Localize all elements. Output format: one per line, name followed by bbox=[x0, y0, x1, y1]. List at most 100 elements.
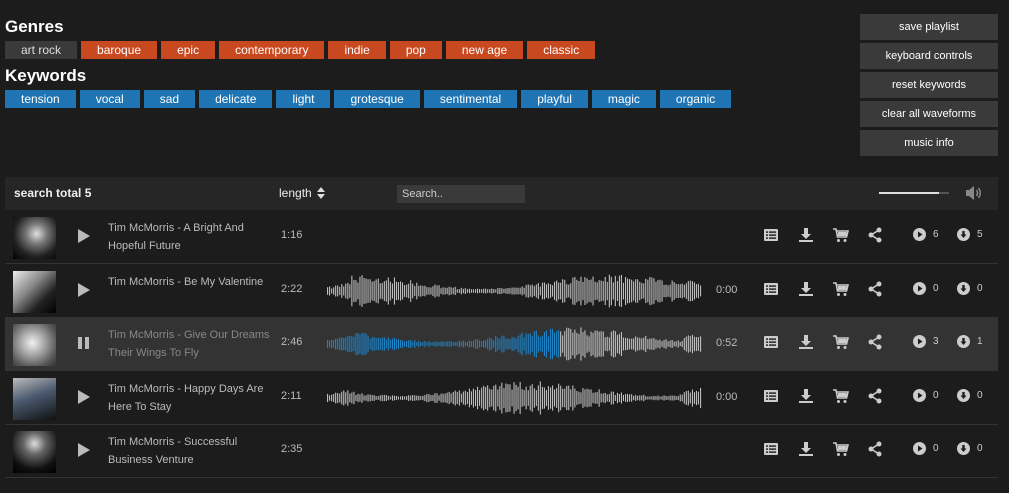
cart-icon[interactable] bbox=[833, 388, 849, 404]
waveform-bar bbox=[475, 288, 477, 293]
waveform-bar bbox=[491, 338, 493, 350]
waveform-bar bbox=[523, 287, 525, 294]
waveform-bar bbox=[450, 341, 452, 347]
waveform-bar bbox=[521, 332, 523, 356]
waveform-bar bbox=[541, 282, 543, 299]
track-duration: 2:35 bbox=[281, 443, 303, 455]
keyword-tag-tension[interactable]: tension bbox=[5, 90, 76, 108]
download-icon[interactable] bbox=[798, 281, 814, 297]
waveform-bar bbox=[371, 394, 373, 401]
waveform-bar bbox=[533, 285, 535, 296]
list-icon[interactable] bbox=[763, 388, 779, 404]
list-icon[interactable] bbox=[763, 334, 779, 350]
track-row[interactable]: Tim McMorris - Successful Business Ventu… bbox=[5, 425, 998, 478]
track-row[interactable]: Tim McMorris - Happy Days Are Here To St… bbox=[5, 372, 998, 425]
waveform-bar bbox=[355, 279, 357, 302]
download-icon[interactable] bbox=[798, 334, 814, 350]
save-playlist-button[interactable]: save playlist bbox=[860, 14, 998, 40]
waveform-bar bbox=[614, 394, 616, 401]
genre-tag-indie[interactable]: indie bbox=[328, 41, 386, 59]
keyword-tag-organic[interactable]: organic bbox=[659, 90, 732, 108]
track-title[interactable]: Tim McMorris - Be My Valentine bbox=[108, 273, 273, 291]
waveform-bar bbox=[576, 390, 578, 405]
keyboard-controls-button[interactable]: keyboard controls bbox=[860, 43, 998, 69]
waveform-bar bbox=[622, 282, 624, 299]
volume-slider[interactable] bbox=[879, 192, 949, 194]
track-title[interactable]: Tim McMorris - Happy Days Are Here To St… bbox=[108, 380, 273, 416]
clear-waveforms-button[interactable]: clear all waveforms bbox=[860, 101, 998, 127]
keyword-tag-grotesque[interactable]: grotesque bbox=[334, 90, 420, 108]
genre-tag-art-rock[interactable]: art rock bbox=[5, 41, 78, 59]
cart-icon[interactable] bbox=[833, 441, 849, 457]
music-info-button[interactable]: music info bbox=[860, 130, 998, 156]
download-icon[interactable] bbox=[798, 441, 814, 457]
waveform-bar bbox=[483, 340, 485, 348]
track-title[interactable]: Tim McMorris - Give Our Dreams Their Win… bbox=[108, 326, 273, 362]
share-icon[interactable] bbox=[867, 227, 883, 243]
waveform-bar bbox=[598, 279, 600, 302]
waveform-bar bbox=[416, 395, 418, 400]
play-icon[interactable] bbox=[77, 228, 91, 244]
waveform-bar bbox=[335, 338, 337, 350]
waveform-bar bbox=[647, 279, 649, 302]
waveform[interactable] bbox=[327, 273, 702, 309]
track-title[interactable]: Tim McMorris - A Bright And Hopeful Futu… bbox=[108, 219, 273, 255]
track-row[interactable]: Tim McMorris - Be My Valentine 2:22 0:00 0 0 bbox=[5, 265, 998, 318]
genre-tag-epic[interactable]: epic bbox=[161, 41, 216, 59]
genre-tag-pop[interactable]: pop bbox=[389, 41, 442, 59]
track-title[interactable]: Tim McMorris - Successful Business Ventu… bbox=[108, 433, 273, 469]
genre-tag-new-age[interactable]: new age bbox=[445, 41, 524, 59]
list-icon[interactable] bbox=[763, 281, 779, 297]
length-sort[interactable]: length bbox=[279, 186, 325, 200]
share-icon[interactable] bbox=[867, 388, 883, 404]
waveform-bar bbox=[525, 333, 527, 355]
waveform-bar bbox=[499, 385, 501, 410]
keyword-tag-sad[interactable]: sad bbox=[143, 90, 196, 108]
length-label: length bbox=[279, 186, 312, 200]
play-icon[interactable] bbox=[77, 442, 91, 458]
waveform-bar bbox=[529, 333, 531, 355]
download-icon[interactable] bbox=[798, 227, 814, 243]
waveform-bar bbox=[412, 283, 414, 298]
waveform-bar bbox=[665, 284, 667, 297]
keyword-tag-sentimental[interactable]: sentimental bbox=[423, 90, 518, 108]
cart-icon[interactable] bbox=[833, 334, 849, 350]
waveform-bar bbox=[479, 389, 481, 406]
waveform[interactable] bbox=[327, 326, 702, 362]
genre-tag-baroque[interactable]: baroque bbox=[81, 41, 158, 59]
keyword-tag-playful[interactable]: playful bbox=[521, 90, 588, 108]
waveform-bar bbox=[667, 284, 669, 297]
search-input[interactable] bbox=[397, 185, 525, 203]
share-icon[interactable] bbox=[867, 334, 883, 350]
pause-icon[interactable] bbox=[77, 335, 91, 351]
keyword-tag-magic[interactable]: magic bbox=[591, 90, 656, 108]
list-icon[interactable] bbox=[763, 227, 779, 243]
keyword-tag-light[interactable]: light bbox=[276, 90, 331, 108]
plays-count: 0 bbox=[913, 388, 939, 402]
cart-icon[interactable] bbox=[833, 227, 849, 243]
volume-icon[interactable] bbox=[965, 185, 983, 201]
download-icon[interactable] bbox=[798, 388, 814, 404]
waveform-bar bbox=[408, 283, 410, 298]
list-icon[interactable] bbox=[763, 441, 779, 457]
keyword-tag-delicate[interactable]: delicate bbox=[199, 90, 273, 108]
keyword-tag-vocal[interactable]: vocal bbox=[79, 90, 140, 108]
play-icon[interactable] bbox=[77, 389, 91, 405]
track-row[interactable]: Tim McMorris - A Bright And Hopeful Futu… bbox=[5, 211, 998, 264]
share-icon[interactable] bbox=[867, 441, 883, 457]
waveform-bar bbox=[387, 277, 389, 305]
waveform-bar bbox=[501, 382, 503, 413]
genre-tag-contemporary[interactable]: contemporary bbox=[219, 41, 325, 59]
play-icon[interactable] bbox=[77, 282, 91, 298]
waveform[interactable] bbox=[327, 380, 702, 416]
reset-keywords-button[interactable]: reset keywords bbox=[860, 72, 998, 98]
cart-icon[interactable] bbox=[833, 281, 849, 297]
waveform-bar bbox=[521, 286, 523, 295]
album-cover bbox=[13, 431, 56, 473]
waveform-bar bbox=[556, 331, 558, 357]
waveform-bar bbox=[665, 339, 667, 349]
waveform-bar bbox=[460, 393, 462, 402]
track-row[interactable]: Tim McMorris - Give Our Dreams Their Win… bbox=[5, 318, 998, 371]
share-icon[interactable] bbox=[867, 281, 883, 297]
genre-tag-classic[interactable]: classic bbox=[527, 41, 596, 59]
